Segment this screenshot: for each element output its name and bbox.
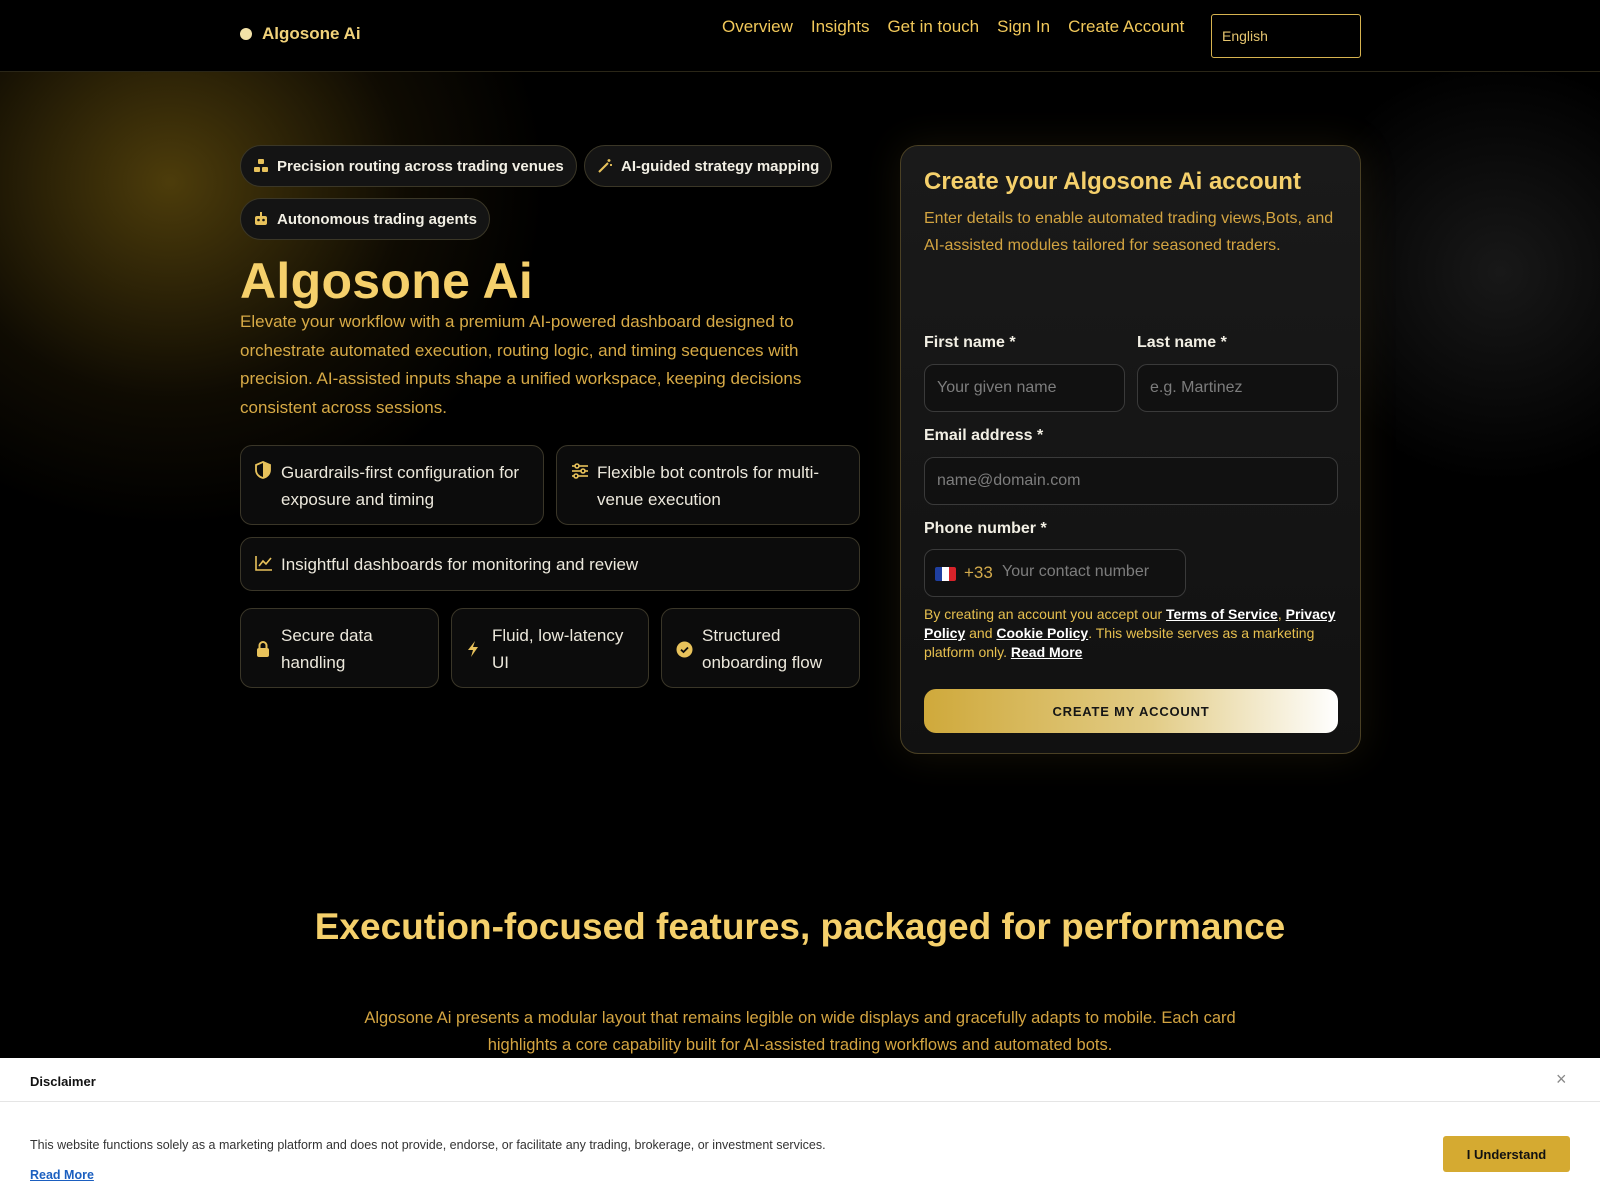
nav-link-overview[interactable]: Overview: [722, 17, 793, 37]
hero-description: Elevate your workflow with a premium AI-…: [240, 312, 802, 417]
brand-dot-icon: [240, 28, 252, 40]
disclaimer-header: Disclaimer ×: [0, 1058, 1600, 1102]
signup-subtitle: Enter details to enable automated tradin…: [924, 210, 1334, 254]
hero-section: Precision routing across trading venues …: [0, 72, 1600, 852]
pill-autonomous-agents: Autonomous trading agents: [240, 198, 490, 240]
nav-link-get-in-touch[interactable]: Get in touch: [887, 17, 979, 37]
feature-card-guardrails: Guardrails-first configuration for expos…: [240, 445, 544, 525]
nav-link-insights[interactable]: Insights: [811, 17, 870, 37]
email-label: Email address *: [924, 427, 1044, 444]
robot-icon: [253, 211, 269, 227]
phone-field[interactable]: +33 Your contact number: [924, 549, 1186, 597]
terms-comma: ,: [1277, 606, 1282, 622]
first-name-label: First name *: [924, 334, 1016, 351]
last-name-label: Last name *: [1137, 334, 1227, 351]
feature-card-low-latency: Fluid, low-latency UI: [451, 608, 649, 688]
nav-link-create-account[interactable]: Create Account: [1068, 17, 1184, 37]
disclaimer-title: Disclaimer: [30, 1074, 96, 1089]
magic-wand-icon: [597, 158, 613, 174]
disclaimer-read-more-link[interactable]: Read More: [30, 1168, 94, 1182]
signup-title: Create your Algosone Ai account: [924, 168, 1301, 195]
card-label: Flexible bot controls for multi-venue ex…: [597, 463, 820, 509]
top-nav: Algosone Ai Overview Insights Get in tou…: [0, 0, 1600, 72]
france-flag-icon[interactable]: [935, 567, 956, 581]
card-label: Insightful dashboards for monitoring and…: [281, 555, 639, 574]
features-title: Execution-focused features, packaged for…: [314, 906, 1286, 947]
check-circle-icon: [676, 639, 693, 666]
network-icon: [253, 158, 269, 174]
disclaimer-body: This website functions solely as a marke…: [30, 1138, 826, 1152]
pill-label: Autonomous trading agents: [277, 210, 477, 228]
brand-name: Algosone Ai: [262, 24, 361, 43]
terms-text: By creating an account you accept our Te…: [924, 605, 1344, 662]
nav-link-sign-in[interactable]: Sign In: [997, 17, 1050, 37]
feature-card-dashboards: Insightful dashboards for monitoring and…: [240, 537, 860, 591]
last-name-field[interactable]: [1137, 364, 1338, 412]
close-icon[interactable]: ×: [1556, 1069, 1567, 1090]
phone-placeholder: Your contact number: [1002, 563, 1150, 580]
phone-label: Phone number *: [924, 520, 1047, 537]
i-understand-button[interactable]: I Understand: [1443, 1136, 1570, 1172]
language-select[interactable]: English: [1211, 14, 1361, 58]
card-label: Fluid, low-latency UI: [492, 626, 624, 672]
pill-ai-strategy: AI-guided strategy mapping: [584, 145, 833, 187]
brand-logo[interactable]: Algosone Ai: [240, 24, 361, 44]
terms-read-more-link[interactable]: Read More: [1011, 644, 1083, 660]
feature-card-onboarding: Structured onboarding flow: [661, 608, 860, 688]
cookie-policy-link[interactable]: Cookie Policy: [996, 625, 1088, 641]
phone-country-code: +33: [964, 563, 993, 582]
features-description: Algosone Ai presents a modular layout th…: [364, 1009, 1236, 1054]
email-field[interactable]: [924, 457, 1338, 505]
nav-links: Overview Insights Get in touch Sign In C…: [722, 17, 1184, 37]
terms-prefix: By creating an account you accept our: [924, 606, 1167, 622]
pill-label: AI-guided strategy mapping: [621, 157, 820, 175]
chart-line-icon: [255, 552, 273, 579]
shield-icon: [255, 460, 271, 487]
terms-of-service-link[interactable]: Terms of Service: [1166, 606, 1278, 622]
lock-icon: [255, 639, 271, 666]
terms-and: and: [965, 625, 997, 641]
bolt-icon: [466, 639, 480, 666]
pill-precision-routing: Precision routing across trading venues: [240, 145, 577, 187]
hero-title: Algosone Ai: [240, 253, 534, 309]
card-label: Secure data handling: [281, 626, 373, 672]
sliders-icon: [571, 460, 589, 487]
pill-label: Precision routing across trading venues: [277, 157, 564, 175]
feature-card-bot-controls: Flexible bot controls for multi-venue ex…: [556, 445, 860, 525]
disclaimer-banner: Disclaimer × This website functions sole…: [0, 1058, 1600, 1200]
create-account-button[interactable]: CREATE MY ACCOUNT: [924, 689, 1338, 733]
feature-card-secure-data: Secure data handling: [240, 608, 439, 688]
card-label: Structured onboarding flow: [702, 626, 823, 672]
signup-card: Create your Algosone Ai account Enter de…: [900, 145, 1361, 754]
first-name-field[interactable]: [924, 364, 1125, 412]
card-label: Guardrails-first configuration for expos…: [281, 463, 520, 509]
